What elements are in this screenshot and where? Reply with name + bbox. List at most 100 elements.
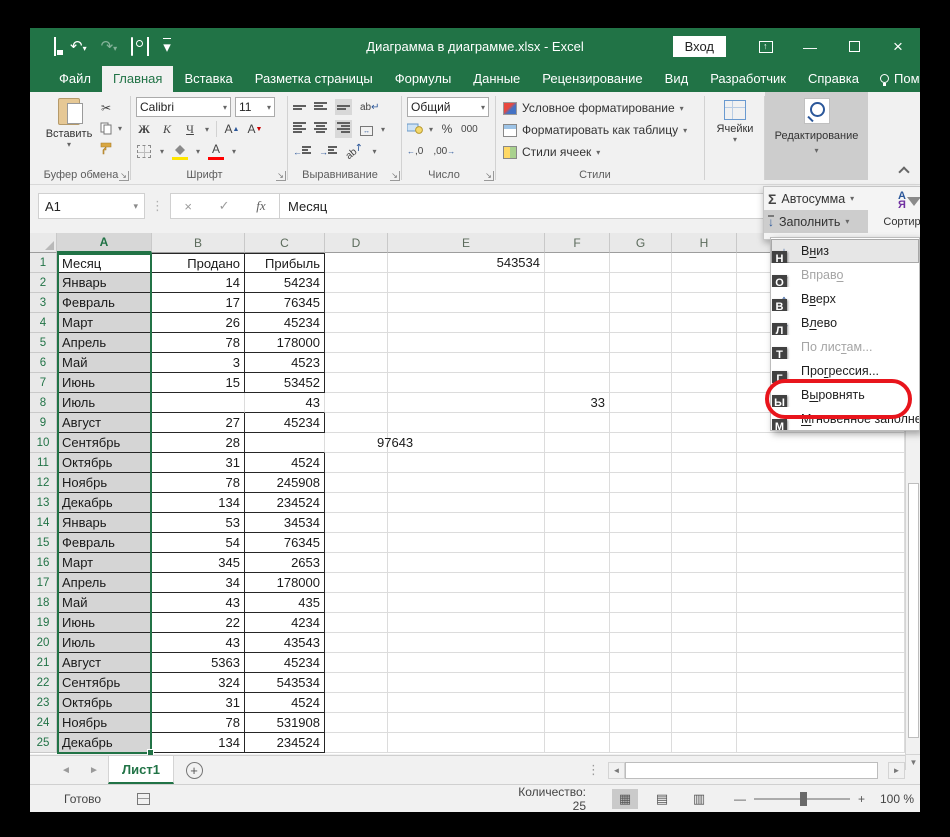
row-header-8[interactable]: 8: [30, 393, 57, 413]
cell-H13[interactable]: [672, 493, 737, 513]
cell-A21[interactable]: Август: [57, 653, 152, 673]
cell-B12[interactable]: 78: [152, 473, 245, 493]
name-box[interactable]: A1▾: [38, 193, 145, 219]
cell-C18[interactable]: 435: [245, 593, 325, 613]
cell-D6[interactable]: [325, 353, 388, 373]
cell-A13[interactable]: Декабрь: [57, 493, 152, 513]
row-header-15[interactable]: 15: [30, 533, 57, 553]
cell-D8[interactable]: [325, 393, 388, 413]
tab-help[interactable]: Помощн: [870, 66, 920, 92]
row-header-13[interactable]: 13: [30, 493, 57, 513]
cell-D19[interactable]: [325, 613, 388, 633]
cell-D17[interactable]: [325, 573, 388, 593]
cell-B21[interactable]: 5363: [152, 653, 245, 673]
undo-icon[interactable]: ↶▾: [70, 39, 87, 54]
cell-A23[interactable]: Октябрь: [57, 693, 152, 713]
cell-F2[interactable]: [545, 273, 610, 293]
cell-D3[interactable]: [325, 293, 388, 313]
decrease-decimal-icon[interactable]: ,00→: [433, 142, 455, 160]
cell-A4[interactable]: Март: [57, 313, 152, 333]
copy-icon[interactable]: [98, 119, 114, 137]
cell-B11[interactable]: 31: [152, 453, 245, 473]
cell-H4[interactable]: [672, 313, 737, 333]
horizontal-scrollbar-thumb[interactable]: [625, 762, 878, 779]
cell-G11[interactable]: [610, 453, 672, 473]
column-header-C[interactable]: C: [245, 233, 325, 253]
cell-B2[interactable]: 14: [152, 273, 245, 293]
cell-F5[interactable]: [545, 333, 610, 353]
italic-button[interactable]: К: [159, 120, 175, 138]
conditional-formatting-button[interactable]: Условное форматирование▾: [503, 98, 684, 118]
row-header-17[interactable]: 17: [30, 573, 57, 593]
cell-B14[interactable]: 53: [152, 513, 245, 533]
cell-F9[interactable]: [545, 413, 610, 433]
cell-D25[interactable]: [325, 733, 388, 753]
cell-E16[interactable]: [388, 553, 545, 573]
cell-C16[interactable]: 2653: [245, 553, 325, 573]
cell-C6[interactable]: 4523: [245, 353, 325, 373]
fill-button[interactable]: ↓ Заполнить▾: [764, 210, 868, 233]
clipboard-dialog-launcher[interactable]: ↘: [119, 171, 129, 181]
cell-H12[interactable]: [672, 473, 737, 493]
cell-H23[interactable]: [672, 693, 737, 713]
align-right-icon[interactable]: [335, 120, 352, 139]
font-color-icon[interactable]: А: [208, 142, 224, 160]
cell-D11[interactable]: [325, 453, 388, 473]
cell-A25[interactable]: Декабрь: [57, 733, 152, 753]
tab-Формулы[interactable]: Формулы: [384, 66, 463, 92]
cell-styles-button[interactable]: Стили ячеек▾: [503, 142, 600, 162]
cell-B16[interactable]: 345: [152, 553, 245, 573]
row-header-12[interactable]: 12: [30, 473, 57, 493]
cell-B7[interactable]: 15: [152, 373, 245, 393]
row-header-10[interactable]: 10: [30, 433, 57, 453]
cell-D14[interactable]: [325, 513, 388, 533]
cell-F20[interactable]: [545, 633, 610, 653]
cell-D24[interactable]: [325, 713, 388, 733]
cell-A24[interactable]: Ноябрь: [57, 713, 152, 733]
tab-Файл[interactable]: Файл: [48, 66, 102, 92]
cell-E9[interactable]: [388, 413, 545, 433]
cell-D2[interactable]: [325, 273, 388, 293]
menu-item-justify[interactable]: ЫВыровнять: [771, 383, 919, 407]
cell-C24[interactable]: 531908: [245, 713, 325, 733]
cell-A3[interactable]: Февраль: [57, 293, 152, 313]
macro-record-icon[interactable]: [137, 793, 150, 805]
cell-C19[interactable]: 4234: [245, 613, 325, 633]
cell-E10[interactable]: [388, 433, 545, 453]
cell-F22[interactable]: [545, 673, 610, 693]
column-header-F[interactable]: F: [545, 233, 610, 253]
align-top-icon[interactable]: [293, 100, 306, 114]
cell-C20[interactable]: 43543: [245, 633, 325, 653]
cell-H5[interactable]: [672, 333, 737, 353]
underline-button[interactable]: Ч: [182, 120, 198, 138]
tab-Данные[interactable]: Данные: [462, 66, 531, 92]
row-header-4[interactable]: 4: [30, 313, 57, 333]
page-layout-view-icon[interactable]: ▤: [649, 789, 675, 809]
cell-B9[interactable]: 27: [152, 413, 245, 433]
cell-G2[interactable]: [610, 273, 672, 293]
column-header-H[interactable]: H: [672, 233, 737, 253]
cell-D23[interactable]: [325, 693, 388, 713]
row-header-7[interactable]: 7: [30, 373, 57, 393]
cell-A7[interactable]: Июнь: [57, 373, 152, 393]
font-dialog-launcher[interactable]: ↘: [276, 171, 286, 181]
cell-A11[interactable]: Октябрь: [57, 453, 152, 473]
tab-Главная[interactable]: Главная: [102, 66, 173, 92]
cell-E3[interactable]: [388, 293, 545, 313]
cell-H6[interactable]: [672, 353, 737, 373]
cell-A10[interactable]: Сентябрь: [57, 433, 152, 453]
cell-C11[interactable]: 4524: [245, 453, 325, 473]
cell-D21[interactable]: [325, 653, 388, 673]
cell-B6[interactable]: 3: [152, 353, 245, 373]
comma-style-button[interactable]: 000: [461, 120, 478, 138]
confirm-entry-icon[interactable]: ✓: [219, 198, 230, 214]
cell-H3[interactable]: [672, 293, 737, 313]
cell-C22[interactable]: 543534: [245, 673, 325, 693]
cell-D1[interactable]: [325, 253, 388, 273]
tab-Вид[interactable]: Вид: [654, 66, 700, 92]
cell-C14[interactable]: 34534: [245, 513, 325, 533]
cell-H14[interactable]: [672, 513, 737, 533]
cell-C8[interactable]: 43: [245, 393, 325, 413]
decrease-indent-icon[interactable]: ←: [293, 144, 311, 158]
cell-C12[interactable]: 245908: [245, 473, 325, 493]
